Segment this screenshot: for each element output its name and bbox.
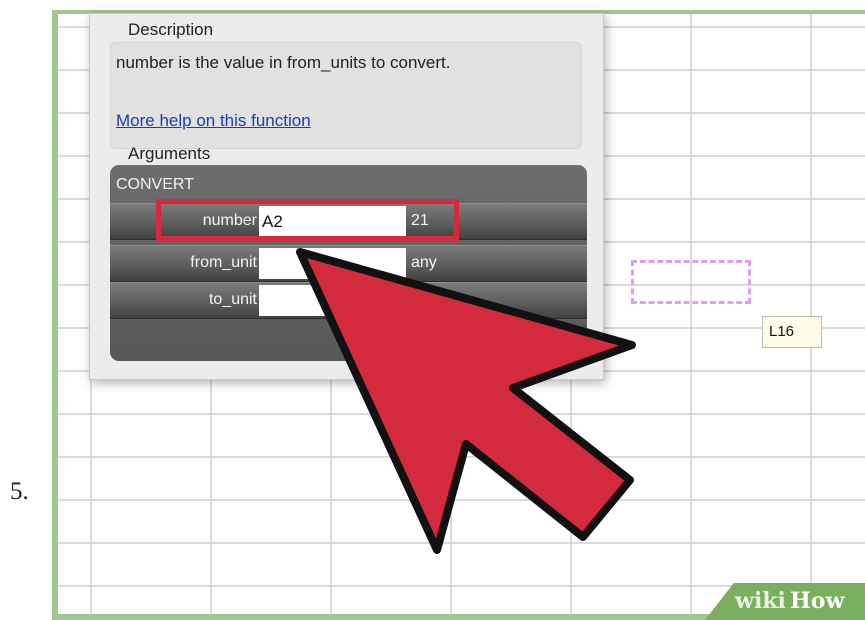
red-arrow-icon xyxy=(296,248,636,554)
watermark-wiki: wiki xyxy=(735,588,786,614)
watermark-how: How xyxy=(790,588,845,614)
